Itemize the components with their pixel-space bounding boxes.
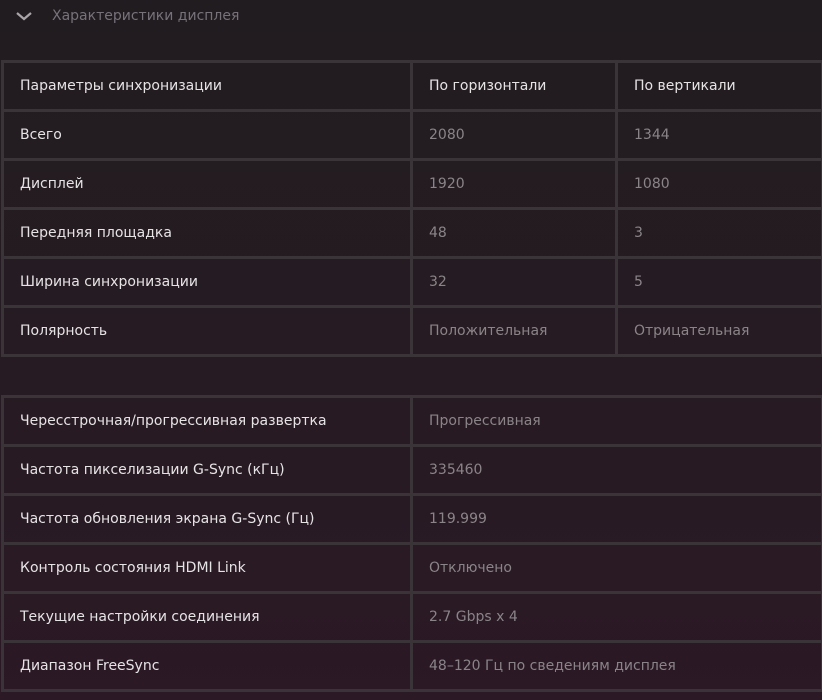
row-value: 2.7 Gbps x 4	[410, 591, 822, 643]
row-label: Частота пикселизации G-Sync (кГц)	[1, 444, 413, 496]
row-label: Всего	[1, 109, 413, 161]
row-label: Диапазон FreeSync	[1, 640, 413, 692]
table-row: Всего 2080 1344	[1, 109, 822, 161]
row-label: Текущие настройки соединения	[1, 591, 413, 643]
horizontal-value: 1920	[410, 158, 618, 210]
table-row: Диапазон FreeSync 48–120 Гц по сведениям…	[1, 640, 822, 692]
table-row: Дисплей 1920 1080	[1, 158, 822, 210]
table-row: Контроль состояния HDMI Link Отключено	[1, 542, 822, 594]
row-label: Чересстрочная/прогрессивная развертка	[1, 395, 413, 447]
row-label: Частота обновления экрана G-Sync (Гц)	[1, 493, 413, 545]
table-row: Передняя площадка 48 3	[1, 207, 822, 259]
vertical-value: 1344	[615, 109, 822, 161]
table-row: Ширина синхронизации 32 5	[1, 256, 822, 308]
table-row: Частота пикселизации G-Sync (кГц) 335460	[1, 444, 822, 496]
row-label: Передняя площадка	[1, 207, 413, 259]
row-label: Дисплей	[1, 158, 413, 210]
row-value: 48–120 Гц по сведениям дисплея	[410, 640, 822, 692]
horizontal-value: 48	[410, 207, 618, 259]
row-label: Контроль состояния HDMI Link	[1, 542, 413, 594]
column-header: По вертикали	[615, 60, 822, 112]
row-value: Отключено	[410, 542, 822, 594]
table-row: Текущие настройки соединения 2.7 Gbps x …	[1, 591, 822, 643]
row-label: Ширина синхронизации	[1, 256, 413, 308]
table-row: Частота обновления экрана G-Sync (Гц) 11…	[1, 493, 822, 545]
display-info-table: Чересстрочная/прогрессивная развертка Пр…	[1, 395, 822, 692]
table-header-row: Параметры синхронизации По горизонтали П…	[1, 60, 822, 112]
row-value: 119.999	[410, 493, 822, 545]
timing-table: Параметры синхронизации По горизонтали П…	[1, 60, 822, 357]
vertical-value: 3	[615, 207, 822, 259]
chevron-down-icon	[16, 12, 32, 21]
vertical-value: 1080	[615, 158, 822, 210]
row-value: Прогрессивная	[410, 395, 822, 447]
horizontal-value: Положительная	[410, 305, 618, 357]
column-header: По горизонтали	[410, 60, 618, 112]
section-header-display-characteristics[interactable]: Характеристики дисплея	[14, 4, 239, 28]
table-row: Полярность Положительная Отрицательная	[1, 305, 822, 357]
row-value: 335460	[410, 444, 822, 496]
vertical-value: 5	[615, 256, 822, 308]
table-row: Чересстрочная/прогрессивная развертка Пр…	[1, 395, 822, 447]
vertical-value: Отрицательная	[615, 305, 822, 357]
section-title: Характеристики дисплея	[52, 8, 240, 24]
column-header: Параметры синхронизации	[1, 60, 413, 112]
horizontal-value: 2080	[410, 109, 618, 161]
horizontal-value: 32	[410, 256, 618, 308]
row-label: Полярность	[1, 305, 413, 357]
